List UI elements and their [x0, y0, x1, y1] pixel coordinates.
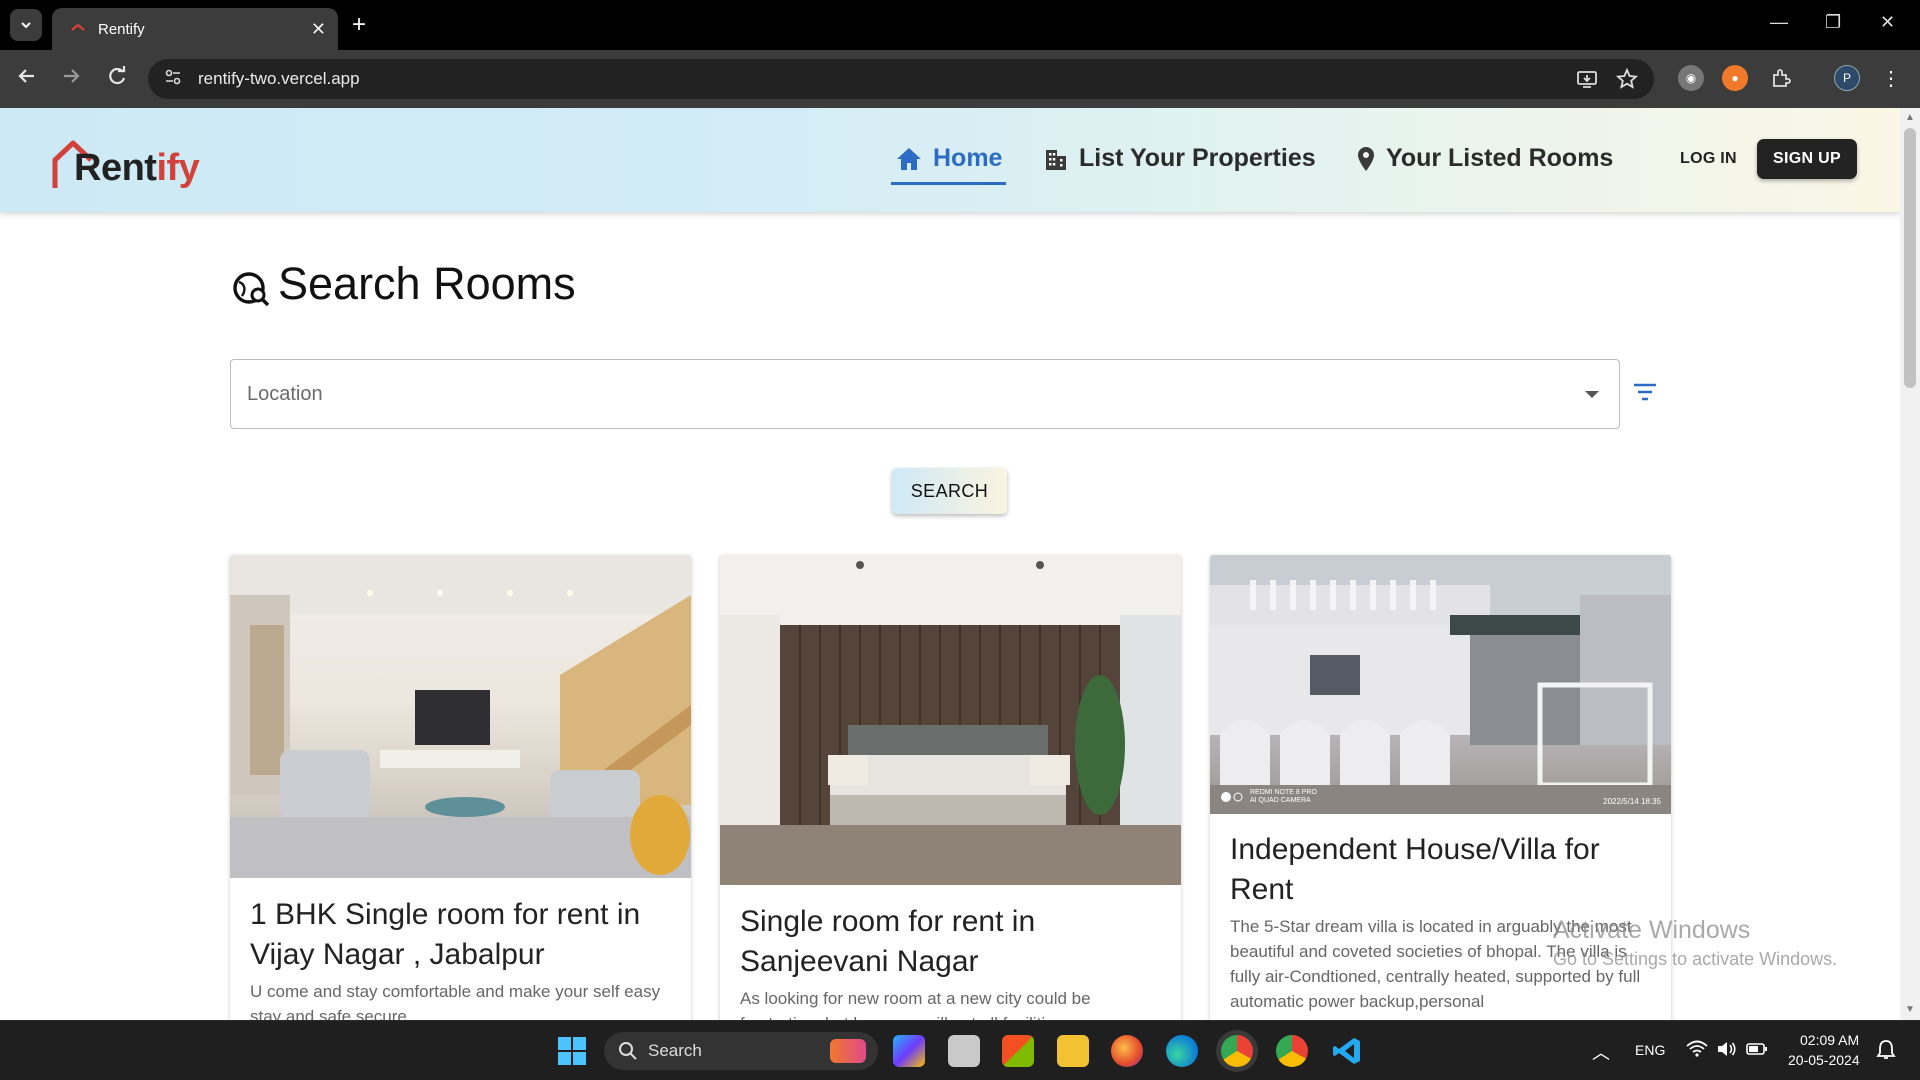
install-app-icon[interactable] [1576, 68, 1598, 95]
browser-tab-rentify[interactable]: Rentify ✕ [52, 8, 338, 50]
nav-home-label: Home [933, 144, 1003, 172]
extension-speed-icon[interactable]: ◉ [1678, 65, 1704, 91]
site-header: Rentify Home List Your Properties Your L… [0, 108, 1900, 212]
battery-icon[interactable] [1746, 1041, 1768, 1060]
room-image[interactable] [230, 555, 691, 878]
chrome-profile-icon[interactable] [1221, 1035, 1253, 1067]
card-title[interactable]: Independent House/Villa for Rent [1230, 830, 1650, 910]
logo-text-main: Rent [74, 147, 157, 189]
activate-windows-title: Activate Windows [1553, 916, 1751, 944]
url-text: rentify-two.vercel.app [198, 69, 360, 88]
tray-overflow-chevron-icon[interactable]: ︿ [1592, 1039, 1610, 1065]
notification-bell-icon[interactable] [1876, 1039, 1896, 1064]
card-title[interactable]: Single room for rent in Sanjeevani Nagar [740, 902, 1160, 982]
wifi-icon[interactable] [1686, 1039, 1708, 1062]
new-tab-button[interactable]: + [352, 12, 366, 38]
page-viewport: Rentify Home List Your Properties Your L… [0, 108, 1900, 1020]
extensions-puzzle-icon[interactable] [1768, 65, 1794, 91]
home-icon [897, 147, 921, 170]
search-rooms-heading: Search Rooms [232, 258, 576, 310]
windows-taskbar: Search ︿ ENG 02:09 AM 20-05-2024 [0, 1020, 1920, 1080]
location-placeholder: Location [247, 383, 323, 405]
filter-icon[interactable] [1633, 382, 1657, 407]
activate-windows-watermark: Activate Windows Go to Settings to activ… [1553, 916, 1837, 970]
search-rooms-title: Search Rooms [278, 258, 576, 309]
clock-time[interactable]: 02:09 AM [1800, 1032, 1859, 1048]
signup-button[interactable]: SIGN UP [1757, 139, 1857, 179]
nav-list-properties[interactable]: List Your Properties [1043, 144, 1316, 173]
login-button[interactable]: LOG IN [1680, 150, 1737, 168]
language-indicator[interactable]: ENG [1635, 1042, 1665, 1058]
close-window-button[interactable]: ✕ [1880, 12, 1895, 33]
back-arrow-icon[interactable] [16, 65, 38, 93]
location-select[interactable]: Location [230, 359, 1620, 429]
chrome-icon[interactable] [1276, 1035, 1308, 1067]
page-scrollbar[interactable]: ▲ ▼ [1900, 108, 1920, 1020]
room-card[interactable]: 1 BHK Single room for rent in Vijay Naga… [230, 555, 691, 1020]
browser-menu-icon[interactable]: ⋮ [1878, 65, 1904, 91]
card-title[interactable]: 1 BHK Single room for rent in Vijay Naga… [250, 895, 670, 975]
dropdown-caret-icon [1585, 391, 1599, 398]
search-highlight-icon [830, 1039, 866, 1063]
nav-home[interactable]: Home [895, 144, 1002, 173]
search-icon [619, 1042, 637, 1060]
volume-icon[interactable] [1716, 1039, 1738, 1062]
bookmark-star-icon[interactable] [1615, 67, 1639, 95]
camera-watermark-left: REDMI NOTE 8 PRO [1250, 789, 1317, 796]
task-view-icon[interactable] [948, 1035, 980, 1067]
firefox-icon[interactable] [1111, 1035, 1143, 1067]
nav-list-properties-label: List Your Properties [1079, 144, 1316, 172]
edge-icon[interactable] [1166, 1035, 1198, 1067]
site-info-icon[interactable] [164, 68, 182, 91]
taskbar-search-label: Search [648, 1041, 702, 1060]
rentify-logo[interactable]: Rentify [50, 134, 200, 190]
profile-avatar[interactable]: P [1834, 65, 1860, 91]
file-explorer-icon[interactable] [1057, 1035, 1089, 1067]
forward-arrow-icon[interactable] [60, 65, 82, 93]
close-tab-icon[interactable]: ✕ [311, 19, 326, 40]
minimize-button[interactable]: — [1770, 12, 1788, 33]
scroll-up-icon[interactable]: ▲ [1905, 112, 1915, 123]
rentify-favicon-icon [71, 23, 85, 31]
restore-button[interactable]: ❐ [1825, 12, 1841, 33]
card-description: As looking for new room at a new city co… [740, 989, 1091, 1020]
taskbar-search-box[interactable]: Search [604, 1032, 878, 1070]
address-bar[interactable]: rentify-two.vercel.app [148, 59, 1654, 99]
room-card[interactable]: Single room for rent in Sanjeevani Nagar… [720, 555, 1181, 1020]
scrollbar-thumb[interactable] [1904, 128, 1916, 388]
card-description: U come and stay comfortable and make you… [250, 982, 661, 1020]
chevron-down-icon [21, 22, 31, 29]
search-button[interactable]: SEARCH [892, 468, 1007, 514]
windows-start-icon[interactable] [556, 1035, 588, 1067]
browser-tab-strip: Rentify ✕ + — ❐ ✕ [0, 0, 1920, 50]
vscode-icon[interactable] [1331, 1035, 1363, 1067]
tab-title: Rentify [98, 20, 145, 38]
camera-watermark-left2: AI QUAD CAMERA [1250, 797, 1311, 804]
scroll-down-icon[interactable]: ▼ [1905, 1004, 1915, 1015]
search-globe-icon [233, 272, 270, 307]
activate-windows-subtitle: Go to Settings to activate Windows. [1553, 949, 1838, 969]
copilot-app-icon[interactable] [893, 1035, 925, 1067]
building-icon [1046, 149, 1066, 170]
extension-fox-icon[interactable]: ● [1722, 65, 1748, 91]
logo-text-accent: ify [156, 147, 200, 189]
camera-watermark-date: 2022/5/14 18:35 [1603, 797, 1661, 806]
nav-listed-rooms[interactable]: Your Listed Rooms [1356, 144, 1613, 173]
nav-listed-rooms-label: Your Listed Rooms [1386, 144, 1614, 172]
tab-search-button[interactable] [10, 9, 42, 41]
reload-icon[interactable] [106, 65, 128, 93]
room-image[interactable] [720, 555, 1181, 885]
nav-active-indicator [891, 182, 1006, 185]
microsoft-store-icon[interactable] [1002, 1035, 1034, 1067]
clock-date[interactable]: 20-05-2024 [1788, 1052, 1860, 1068]
address-toolbar: rentify-two.vercel.app ◉ ● P ⋮ [0, 50, 1920, 108]
room-image[interactable]: REDMI NOTE 8 PRO AI QUAD CAMERA 2022/5/1… [1210, 555, 1671, 814]
location-pin-icon [1358, 146, 1374, 171]
